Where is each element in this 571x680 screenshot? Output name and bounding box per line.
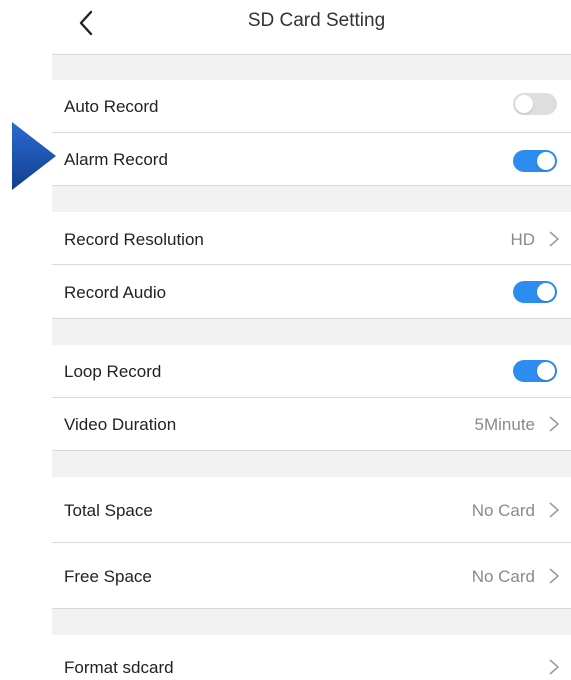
- chevron-right-icon: [547, 230, 561, 248]
- record-audio-row[interactable]: Record Audio: [52, 265, 571, 318]
- page-title: SD Card Setting: [247, 10, 386, 31]
- free-space-row[interactable]: Free Space No Card: [52, 543, 571, 608]
- format-sdcard-row[interactable]: Format sdcard: [52, 635, 571, 680]
- total-space-label: Total Space: [64, 501, 153, 520]
- alarm-record-label: Alarm Record: [64, 150, 168, 169]
- triangle-pointer-icon: [12, 122, 56, 190]
- chevron-right-icon: [547, 415, 561, 433]
- chevron-right-icon: [547, 658, 561, 676]
- record-resolution-label: Record Resolution: [64, 230, 204, 249]
- total-space-value: No Card: [471, 501, 535, 520]
- sd-card-setting-screen: SD Card Setting Auto Record Alarm Record…: [0, 0, 571, 680]
- loop-record-toggle[interactable]: [513, 360, 557, 382]
- toggle-knob: [537, 283, 555, 301]
- record-audio-toggle[interactable]: [513, 281, 557, 303]
- free-space-label: Free Space: [64, 567, 152, 586]
- record-resolution-row[interactable]: Record Resolution HD: [52, 212, 571, 264]
- group-gap: [52, 319, 571, 345]
- video-duration-label: Video Duration: [64, 415, 177, 434]
- format-sdcard-label: Format sdcard: [64, 658, 174, 677]
- group-gap: [52, 451, 571, 477]
- video-duration-value: 5Minute: [474, 415, 535, 434]
- auto-record-row[interactable]: Auto Record: [52, 80, 571, 132]
- toggle-knob: [537, 152, 555, 170]
- group-gap: [52, 609, 571, 635]
- auto-record-label: Auto Record: [64, 97, 159, 116]
- record-resolution-value: HD: [510, 230, 535, 249]
- video-duration-row[interactable]: Video Duration 5Minute: [52, 398, 571, 450]
- header-bar: SD Card Setting: [52, 0, 571, 55]
- record-audio-label: Record Audio: [64, 283, 167, 302]
- group-gap: [52, 55, 571, 80]
- loop-record-label: Loop Record: [64, 362, 162, 381]
- chevron-right-icon: [547, 501, 561, 519]
- loop-record-row[interactable]: Loop Record: [52, 345, 571, 397]
- toggle-knob: [515, 95, 533, 113]
- alarm-record-toggle[interactable]: [513, 150, 557, 172]
- chevron-right-icon: [547, 567, 561, 585]
- group-gap: [52, 186, 571, 212]
- free-space-value: No Card: [471, 567, 535, 586]
- alarm-record-row[interactable]: Alarm Record: [52, 133, 571, 185]
- auto-record-toggle[interactable]: [513, 93, 557, 115]
- toggle-knob: [537, 362, 555, 380]
- total-space-row[interactable]: Total Space No Card: [52, 477, 571, 542]
